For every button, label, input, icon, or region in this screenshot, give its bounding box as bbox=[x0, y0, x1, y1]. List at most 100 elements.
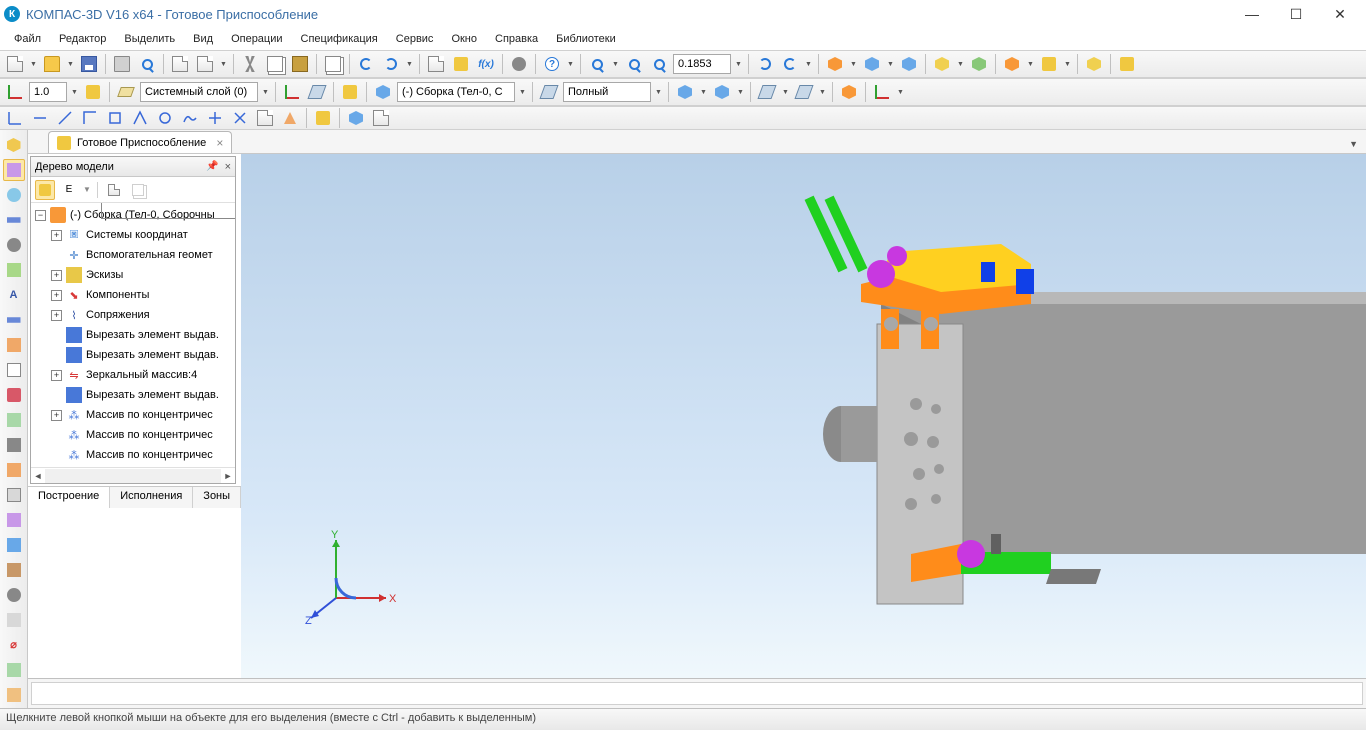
menu-select[interactable]: Выделить bbox=[116, 31, 183, 47]
cs2-dropdown[interactable]: ▼ bbox=[818, 81, 827, 103]
show-dropdown[interactable]: ▼ bbox=[1063, 53, 1072, 75]
v4-button[interactable] bbox=[79, 107, 101, 129]
tree-close[interactable]: × bbox=[225, 161, 231, 173]
v9-button[interactable] bbox=[204, 107, 226, 129]
btab-build[interactable]: Построение bbox=[28, 487, 110, 508]
paste-button[interactable] bbox=[289, 53, 311, 75]
v1-button[interactable] bbox=[4, 107, 26, 129]
scale-input[interactable] bbox=[29, 82, 67, 102]
expand-icon[interactable]: + bbox=[51, 410, 62, 421]
iso-button[interactable] bbox=[861, 53, 883, 75]
assembly-select[interactable] bbox=[397, 82, 515, 102]
section-button[interactable] bbox=[968, 53, 990, 75]
ld-x1-button[interactable] bbox=[3, 559, 25, 581]
v3-button[interactable] bbox=[54, 107, 76, 129]
menu-operations[interactable]: Операции bbox=[223, 31, 290, 47]
wire-dropdown[interactable]: ▼ bbox=[849, 53, 858, 75]
ld-par-button[interactable] bbox=[3, 334, 25, 356]
zoom-window-dropdown[interactable]: ▼ bbox=[611, 53, 620, 75]
ld-draw-button[interactable] bbox=[3, 509, 25, 531]
tree-node[interactable]: ✛Вспомогательная геомет bbox=[31, 245, 235, 265]
ld-x2-button[interactable] bbox=[3, 584, 25, 606]
menu-editor[interactable]: Редактор bbox=[51, 31, 114, 47]
zoom-dropdown[interactable]: ▼ bbox=[734, 53, 743, 75]
tree-tb4[interactable] bbox=[128, 180, 148, 200]
color-button[interactable] bbox=[838, 81, 860, 103]
menu-file[interactable]: Файл bbox=[6, 31, 49, 47]
cs1-dropdown[interactable]: ▼ bbox=[781, 81, 790, 103]
ld-surface-button[interactable] bbox=[3, 159, 25, 181]
view3d2-dropdown[interactable]: ▼ bbox=[736, 81, 745, 103]
wireframe-button[interactable] bbox=[824, 53, 846, 75]
minimize-button[interactable]: — bbox=[1230, 0, 1274, 28]
tree-node[interactable]: +⁂Массив по концентричес bbox=[31, 405, 235, 425]
tree-tb1[interactable] bbox=[35, 180, 55, 200]
rebuild-button[interactable] bbox=[1083, 53, 1105, 75]
scroll-left[interactable]: ◄ bbox=[31, 471, 45, 481]
ld-sketch-button[interactable] bbox=[3, 259, 25, 281]
expand-icon[interactable]: + bbox=[51, 310, 62, 321]
menu-spec[interactable]: Спецификация bbox=[293, 31, 386, 47]
layer-select[interactable] bbox=[140, 82, 258, 102]
ld-spec-button[interactable] bbox=[3, 409, 25, 431]
simplify-button[interactable] bbox=[1116, 53, 1138, 75]
tree-node[interactable]: ▣Вырезать элемент выдав. bbox=[31, 385, 235, 405]
v12-button[interactable] bbox=[279, 107, 301, 129]
shaded-button[interactable] bbox=[898, 53, 920, 75]
v15-button[interactable] bbox=[370, 107, 392, 129]
menu-view[interactable]: Вид bbox=[185, 31, 221, 47]
axis-button[interactable] bbox=[4, 81, 26, 103]
tree-scrollbar[interactable]: ◄ ► bbox=[31, 467, 235, 483]
ld-aux-button[interactable] bbox=[3, 209, 25, 231]
help-dropdown[interactable]: ▼ bbox=[566, 53, 575, 75]
expand-icon[interactable]: + bbox=[51, 270, 62, 281]
copy-button[interactable] bbox=[264, 53, 286, 75]
menu-help[interactable]: Справка bbox=[487, 31, 546, 47]
help-button[interactable]: ? bbox=[541, 53, 563, 75]
ortho-button[interactable] bbox=[82, 81, 104, 103]
style-select[interactable] bbox=[563, 82, 651, 102]
ld-curves-button[interactable] bbox=[3, 184, 25, 206]
menu-service[interactable]: Сервис bbox=[388, 31, 442, 47]
redo-dropdown[interactable]: ▼ bbox=[405, 53, 414, 75]
tree-node[interactable]: +🞖Системы координат bbox=[31, 225, 235, 245]
tree-node[interactable]: ⁂Массив по концентричес bbox=[31, 425, 235, 445]
tree-node[interactable]: ⁂Массив по концентричес bbox=[31, 445, 235, 465]
layer-button[interactable] bbox=[115, 81, 137, 103]
expand-icon[interactable]: − bbox=[35, 210, 46, 221]
ld-x3-button[interactable] bbox=[3, 609, 25, 631]
menu-libraries[interactable]: Библиотеки bbox=[548, 31, 624, 47]
ld-elem-button[interactable] bbox=[3, 459, 25, 481]
tree-node[interactable]: +▦Эскизы bbox=[31, 265, 235, 285]
frame2-button[interactable] bbox=[194, 53, 216, 75]
ld-text-button[interactable]: A bbox=[3, 284, 25, 306]
zoom-input[interactable] bbox=[673, 54, 731, 74]
move-button[interactable] bbox=[779, 53, 801, 75]
rotate-button[interactable] bbox=[754, 53, 776, 75]
assembly-dropdown[interactable]: ▼ bbox=[518, 81, 527, 103]
iso-dropdown[interactable]: ▼ bbox=[886, 53, 895, 75]
persp-dropdown[interactable]: ▼ bbox=[956, 53, 965, 75]
btab-exec[interactable]: Исполнения bbox=[110, 487, 193, 508]
layer-dropdown[interactable]: ▼ bbox=[261, 81, 270, 103]
ld-lib-button[interactable] bbox=[3, 534, 25, 556]
close-button[interactable]: ✕ bbox=[1318, 0, 1362, 28]
expand-icon[interactable]: + bbox=[51, 230, 62, 241]
measure-button[interactable] bbox=[871, 81, 893, 103]
measure-dropdown[interactable]: ▼ bbox=[896, 81, 905, 103]
v10-button[interactable] bbox=[229, 107, 251, 129]
sheet-button[interactable] bbox=[425, 53, 447, 75]
cs2-button[interactable] bbox=[793, 81, 815, 103]
ld-report-button[interactable] bbox=[3, 434, 25, 456]
doc-tab-close[interactable]: × bbox=[216, 136, 223, 150]
hide-dropdown[interactable]: ▼ bbox=[1026, 53, 1035, 75]
v2-button[interactable] bbox=[29, 107, 51, 129]
new-button[interactable] bbox=[4, 53, 26, 75]
tree-tb3[interactable] bbox=[104, 180, 124, 200]
part-icon-button[interactable] bbox=[372, 81, 394, 103]
v8-button[interactable] bbox=[179, 107, 201, 129]
props-button[interactable] bbox=[322, 53, 344, 75]
view3d-dropdown[interactable]: ▼ bbox=[699, 81, 708, 103]
save-button[interactable] bbox=[78, 53, 100, 75]
tree-node[interactable]: +⇋Зеркальный массив:4 bbox=[31, 365, 235, 385]
